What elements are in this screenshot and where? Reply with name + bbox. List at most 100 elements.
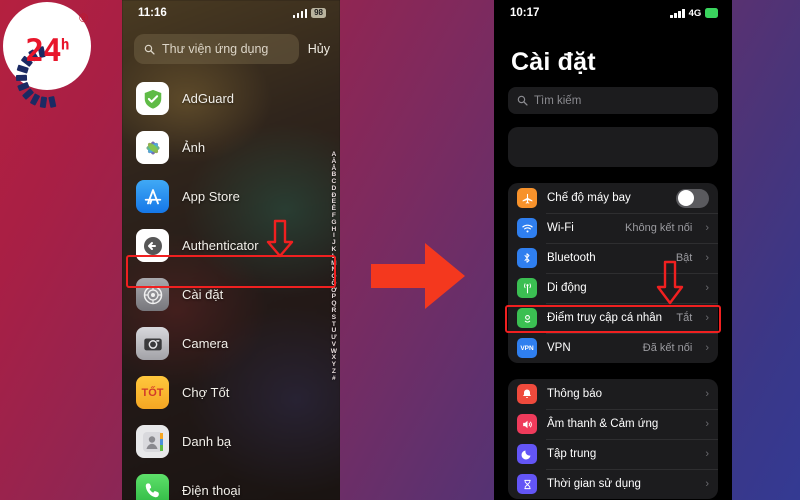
app-row-adguard[interactable]: AdGuard — [136, 74, 340, 123]
right-arrow-icon — [371, 243, 465, 309]
settings-row-vpn[interactable]: VPN VPN Đã kết nối › — [508, 333, 718, 363]
chevron-right-icon: › — [705, 448, 709, 460]
logo-hour-suffix: h — [60, 35, 70, 54]
app-label: Camera — [182, 336, 229, 351]
search-icon — [144, 44, 155, 55]
app-row-camera[interactable]: Camera — [136, 319, 340, 368]
hotspot-icon — [517, 308, 537, 328]
page-title: Cài đặt — [511, 48, 596, 76]
search-placeholder: Tìm kiếm — [534, 94, 582, 107]
photos-icon — [136, 131, 169, 164]
settings-group-alerts: Thông báo › Âm thanh & Cảm ứng › Tập tru… — [508, 379, 718, 499]
settings-row-label: Wi-Fi — [547, 222, 574, 234]
settings-row-wifi[interactable]: Wi-Fi Không kết nối › — [508, 213, 718, 243]
sound-icon — [517, 414, 537, 434]
chevron-right-icon: › — [705, 282, 709, 294]
alphabet-index-letter[interactable]: # — [332, 375, 336, 383]
settings-row-focus[interactable]: Tập trung › — [508, 439, 718, 469]
status-bar-right: 10:17 4G — [494, 0, 732, 26]
notifications-icon — [517, 384, 537, 404]
pointer-arrow-down-right — [656, 260, 684, 305]
airplane-icon — [517, 188, 537, 208]
focus-moon-icon — [517, 444, 537, 464]
chevron-right-icon: › — [705, 478, 709, 490]
settings-row-label: Âm thanh & Cảm ứng — [547, 418, 659, 430]
settings-row-label: VPN — [547, 342, 571, 354]
app-row-photos[interactable]: Ảnh — [136, 123, 340, 172]
settings-row-airplane-mode[interactable]: Chế độ máy bay — [508, 183, 718, 213]
phone-screenshot-right: 10:17 4G Cài đặt Tìm kiếm Chế độ máy bay — [494, 0, 732, 500]
app-label: Điện thoại — [182, 483, 241, 498]
settings-row-bluetooth[interactable]: Bluetooth Bật › — [508, 243, 718, 273]
phone-icon — [136, 474, 169, 500]
app-library-search-row: Thư viện ứng dụng Hủy — [122, 26, 340, 74]
app-label: Cài đặt — [182, 287, 224, 302]
settings-gear-icon — [136, 278, 169, 311]
app-row-chotot[interactable]: TỐT Chợ Tốt — [136, 368, 340, 417]
settings-row-value: Không kết nối — [625, 222, 693, 234]
app-row-authenticator[interactable]: Authenticator — [136, 221, 340, 270]
settings-row-label: Chế độ máy bay — [547, 192, 631, 204]
screentime-icon — [517, 474, 537, 494]
app-library-list: AdGuard Ảnh App Store Authenticator Cài … — [122, 74, 340, 500]
authenticator-icon — [136, 229, 169, 262]
adguard-shield-icon — [136, 82, 169, 115]
app-store-icon — [136, 180, 169, 213]
settings-group-connectivity: Chế độ máy bay Wi-Fi Không kết nối › Blu… — [508, 183, 718, 363]
cellular-icon — [517, 278, 537, 298]
app-label: Authenticator — [182, 238, 259, 253]
signal-bars-icon — [670, 8, 685, 18]
network-type-label: 4G — [688, 7, 702, 19]
chevron-right-icon: › — [705, 252, 709, 264]
app-row-contacts[interactable]: Danh bạ — [136, 417, 340, 466]
phone-screenshot-left: 11:16 98 Thư viện ứng dụng Hủy AdGuard Ả… — [122, 0, 340, 500]
settings-row-screen-time[interactable]: Thời gian sử dụng › — [508, 469, 718, 499]
search-input[interactable]: Thư viện ứng dụng — [134, 34, 299, 64]
settings-search-input[interactable]: Tìm kiếm — [508, 87, 718, 114]
chotot-icon: TỐT — [136, 376, 169, 409]
logo-number: 24 — [25, 33, 61, 69]
settings-row-value: Đã kết nối — [642, 342, 693, 354]
status-time: 11:16 — [138, 7, 167, 19]
signal-bars-icon — [292, 8, 308, 18]
vpn-icon: VPN — [517, 338, 537, 358]
status-time: 10:17 — [510, 7, 540, 19]
app-row-phone[interactable]: Điện thoại — [136, 466, 340, 500]
app-label: AdGuard — [182, 91, 235, 106]
camera-icon — [136, 327, 169, 360]
apple-id-banner[interactable] — [508, 127, 718, 167]
chevron-right-icon: › — [705, 312, 709, 324]
app-label: Ảnh — [182, 140, 206, 155]
chevron-right-icon: › — [705, 222, 709, 234]
registered-mark-icon: ® — [79, 11, 88, 25]
settings-row-notifications[interactable]: Thông báo › — [508, 379, 718, 409]
settings-row-sounds-haptics[interactable]: Âm thanh & Cảm ứng › — [508, 409, 718, 439]
chevron-right-icon: › — [705, 388, 709, 400]
app-label: Chợ Tốt — [182, 385, 230, 400]
brand-logo-24h: 24h ® — [3, 2, 91, 109]
contacts-icon — [136, 425, 169, 458]
pointer-arrow-down-left — [266, 219, 294, 258]
settings-row-label: Thông báo — [547, 388, 602, 400]
chevron-right-icon: › — [705, 418, 709, 430]
settings-row-label: Điểm truy cập cá nhân — [547, 312, 663, 324]
battery-indicator: 98 — [311, 8, 326, 18]
app-row-app-store[interactable]: App Store — [136, 172, 340, 221]
settings-row-cellular[interactable]: Di động › — [508, 273, 718, 303]
settings-row-label: Bluetooth — [547, 252, 596, 264]
cancel-button[interactable]: Hủy — [308, 42, 330, 56]
search-placeholder: Thư viện ứng dụng — [162, 42, 269, 56]
search-icon — [517, 95, 528, 106]
settings-row-personal-hotspot[interactable]: Điểm truy cập cá nhân Tắt › — [508, 303, 718, 333]
app-label: Danh bạ — [182, 434, 232, 449]
app-row-settings[interactable]: Cài đặt — [136, 270, 340, 319]
settings-row-label: Thời gian sử dụng — [547, 478, 641, 490]
settings-row-value: Tắt — [676, 312, 693, 324]
chevron-right-icon: › — [705, 342, 709, 354]
alphabet-index[interactable]: A Ă Â B C D Đ E Ê F G H I J K L M N O Ô Ơ P Q R S T U Ư V W X Y Z # — [331, 151, 337, 383]
logo-text: 24h — [3, 33, 91, 69]
airplane-mode-toggle[interactable] — [676, 188, 709, 208]
app-label: App Store — [182, 189, 240, 204]
settings-row-label: Tập trung — [547, 448, 597, 460]
bluetooth-icon — [517, 248, 537, 268]
